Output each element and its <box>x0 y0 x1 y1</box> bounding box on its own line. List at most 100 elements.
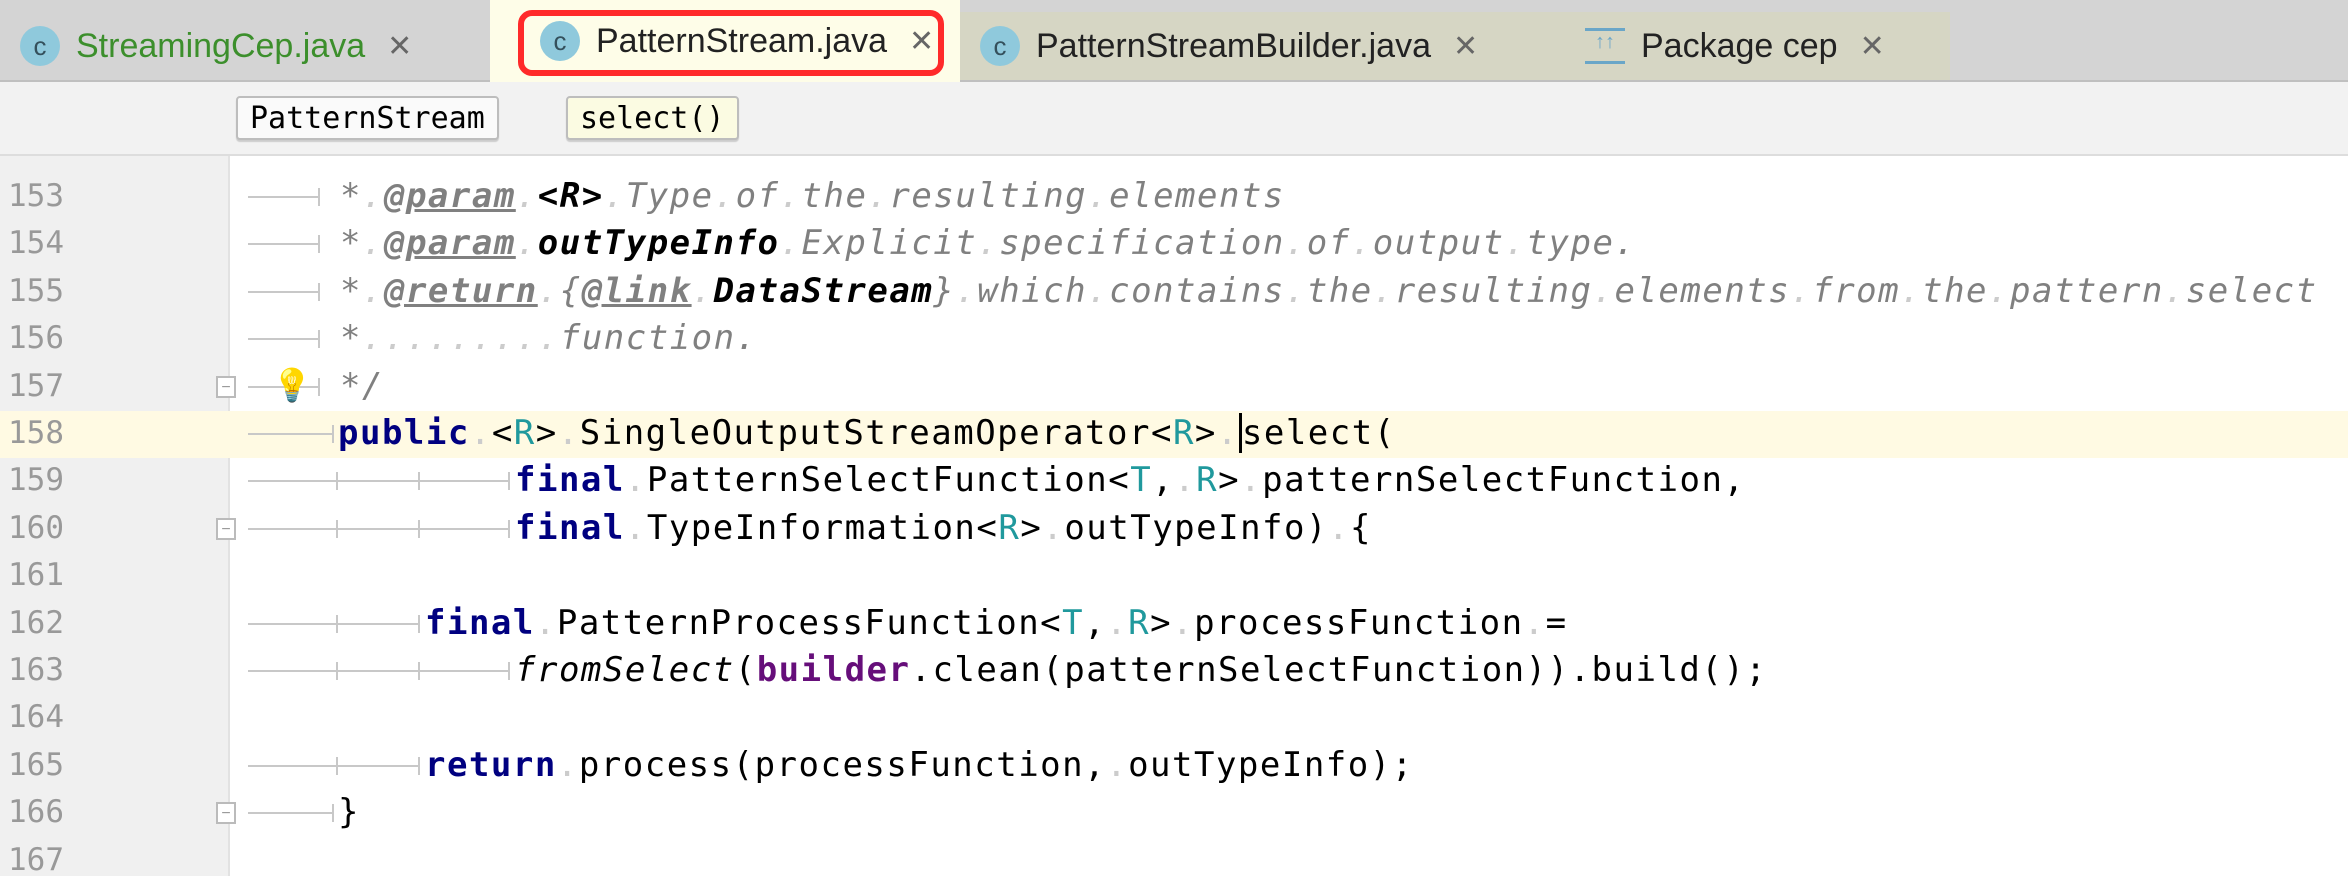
code-token: outTypeInfo <box>537 223 780 264</box>
code-token: ,. <box>1084 602 1129 643</box>
code-line[interactable]: 158 public.<R>.SingleOutputStreamOperator… <box>0 411 2348 458</box>
code-token: R <box>1196 460 1219 501</box>
code-token: } <box>338 792 360 833</box>
code-text: */ <box>340 366 384 406</box>
code-line[interactable]: 154 *.@param.outTypeInfo.Explicit.specifi… <box>0 221 2348 268</box>
tab-indent-marker <box>248 425 334 443</box>
code-token: <R> <box>537 176 604 216</box>
code-line[interactable]: 166} − <box>0 790 2348 837</box>
breadcrumb-method[interactable]: select() <box>566 96 739 140</box>
code-line[interactable]: 160 final.TypeInformation<R>.outTypeInfo)… <box>0 506 2348 553</box>
code-line[interactable]: 159 final.PatternSelectFunction<T,.R>.pat… <box>0 458 2348 505</box>
code-token: builder <box>756 650 911 690</box>
fold-icon[interactable]: − <box>216 375 236 398</box>
code-token: T <box>1062 602 1085 643</box>
code-text: final.TypeInformation<R>.outTypeInfo).{ <box>515 508 1372 548</box>
code-line[interactable]: 164 <box>0 695 2348 742</box>
tab-package-cep[interactable]: ↑↑ Package cep ✕ <box>1565 12 1950 80</box>
code-token: @link <box>581 270 692 311</box>
close-icon[interactable]: ✕ <box>387 29 412 64</box>
tab-indent-marker <box>248 519 338 538</box>
code-token: .Explicit.specification.of.output.type. <box>779 223 1637 264</box>
code-token: . <box>469 413 492 453</box>
code-line[interactable]: 153 *.@param.<R>.Type.of.the.resulting.el… <box>0 174 2348 221</box>
fold-icon[interactable]: − <box>216 517 236 540</box>
tab-indent-marker <box>338 519 420 538</box>
code-text: final.PatternSelectFunction<T,.R>.patter… <box>515 460 1745 500</box>
code-line[interactable]: 165 return.process(processFunction,.outTy… <box>0 743 2348 790</box>
tab-patternstream[interactable]: c PatternStream.java ✕ <box>490 0 960 82</box>
code-text: } <box>338 792 360 832</box>
highlight-box <box>518 10 944 76</box>
java-class-locked-icon: c <box>540 21 580 61</box>
code-line[interactable]: 157 */ 💡 − <box>0 364 2348 411</box>
line-number: 160 <box>8 509 64 546</box>
breadcrumb-class[interactable]: PatternStream <box>236 96 499 140</box>
tab-indent-marker <box>248 614 338 633</box>
code-token: .{ <box>537 270 582 311</box>
code-token: >.processFunction.= <box>1150 602 1568 643</box>
code-token: @param <box>383 176 516 216</box>
code-text: *.@return.{@link.DataStream}.which.conta… <box>340 271 2318 311</box>
tab-indent-marker <box>248 472 338 491</box>
code-line[interactable]: 156 *.........function. <box>0 316 2348 363</box>
code-token: . <box>515 223 538 264</box>
code-token: >.outTypeInfo).{ <box>1020 507 1372 548</box>
code-line[interactable]: 155 *.@return.{@link.DataStream}.which.co… <box>0 269 2348 316</box>
code-line[interactable]: 163 fromSelect(builder.clean(patternSelec… <box>0 648 2348 695</box>
tab-patternstreambuilder[interactable]: c PatternStreamBuilder.java ✕ <box>960 12 1565 80</box>
code-token: .clean(patternSelectFunction)).build(); <box>910 650 1768 690</box>
line-number: 161 <box>8 557 64 594</box>
code-token: .PatternSelectFunction< <box>624 460 1131 501</box>
code-token: R <box>513 413 536 453</box>
code-token: . <box>515 176 538 216</box>
line-number: 156 <box>8 320 64 357</box>
tab-indent-marker <box>420 519 510 538</box>
code-token: DataStream <box>713 270 934 311</box>
code-token: final <box>425 602 535 643</box>
breadcrumb: PatternStream select() <box>0 82 2348 156</box>
code-token: fromSelect <box>515 650 735 690</box>
code-token: .process(processFunction,.outTypeInfo); <box>556 744 1414 785</box>
code-token: *. <box>340 270 384 311</box>
line-number: 158 <box>8 415 64 451</box>
code-token: < <box>491 413 514 453</box>
code-token: >.patternSelectFunction, <box>1218 460 1746 501</box>
code-text: fromSelect(builder.clean(patternSelectFu… <box>515 650 1767 690</box>
code-token: *.........function. <box>340 318 758 359</box>
lightbulb-icon[interactable]: 💡 <box>272 366 312 404</box>
fold-icon[interactable]: − <box>216 802 236 825</box>
tab-streamingcep[interactable]: c StreamingCep.java ✕ <box>0 12 490 80</box>
line-number: 153 <box>8 178 64 214</box>
tab-indent-marker <box>420 472 510 491</box>
code-token: >. <box>1194 413 1239 453</box>
line-number: 165 <box>8 746 64 783</box>
code-token: return <box>425 744 557 785</box>
java-class-run-icon: c <box>20 26 60 66</box>
code-token: @param <box>383 223 516 264</box>
close-icon[interactable]: ✕ <box>1453 29 1478 64</box>
line-number: 157 <box>8 367 64 404</box>
close-icon[interactable]: ✕ <box>1860 29 1885 64</box>
code-line[interactable]: 161 <box>0 553 2348 600</box>
code-text: public.<R>.SingleOutputStreamOperator<R>… <box>338 413 1396 453</box>
code-token: select <box>1238 413 1374 453</box>
tab-indent-marker <box>248 330 320 349</box>
code-token: .TypeInformation< <box>624 507 999 548</box>
code-token: R <box>998 507 1021 548</box>
line-number: 167 <box>8 841 64 878</box>
code-token: }.which.contains.the.resulting.elements.… <box>933 270 2318 311</box>
code-line[interactable]: 162 final.PatternProcessFunction<T,.R>.pr… <box>0 601 2348 648</box>
code-token: . <box>691 270 714 311</box>
code-token: R <box>1128 602 1151 643</box>
editor-tab-bar: c StreamingCep.java ✕ c PatternStream.ja… <box>0 0 2348 82</box>
code-editor[interactable]: 153 *.@param.<R>.Type.of.the.resulting.el… <box>0 156 2348 878</box>
code-text: *.........function. <box>340 318 758 358</box>
tab-indent-marker <box>248 188 320 206</box>
code-line[interactable]: 167 <box>0 838 2348 885</box>
tab-indent-marker <box>420 662 510 680</box>
code-token: >.SingleOutputStreamOperator< <box>535 413 1173 453</box>
code-text: *.@param.<R>.Type.of.the.resulting.eleme… <box>340 176 1285 216</box>
code-token: @return <box>383 270 538 311</box>
code-token: final <box>515 460 625 501</box>
